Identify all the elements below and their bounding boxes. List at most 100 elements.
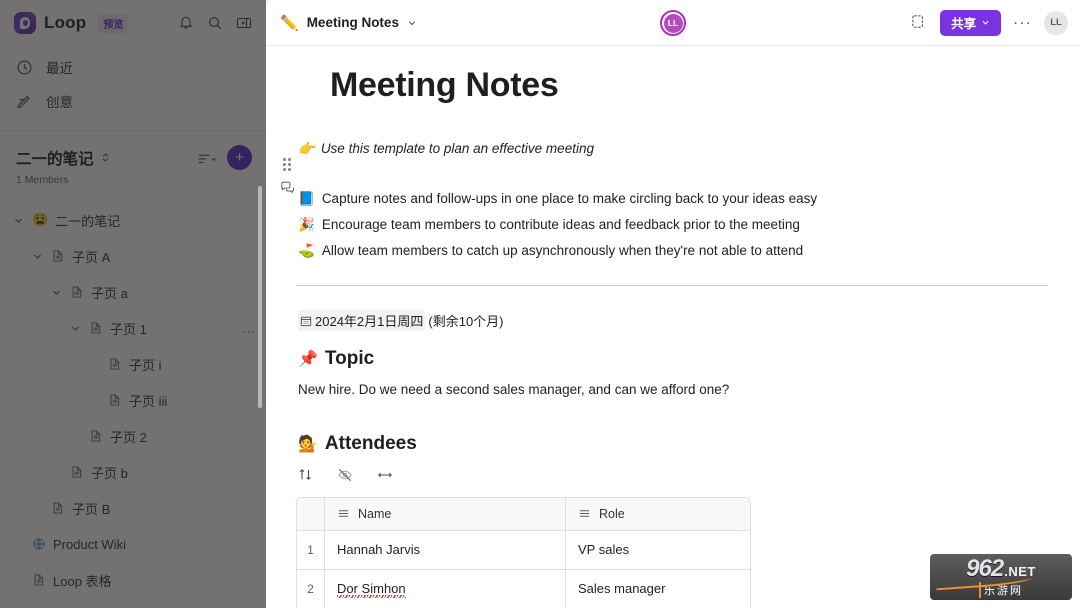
topic-heading[interactable]: 📌 Topic: [298, 348, 1080, 370]
table-toolbar: [298, 467, 1080, 483]
page-title[interactable]: Meeting Notes: [266, 66, 1080, 105]
workspace-header: 二一的笔记 + 1 Members: [0, 131, 266, 192]
table-body: 1 Hannah Jarvis VP sales 2 Dor Simhon Sales m…: [297, 530, 750, 608]
section-divider: [296, 285, 1048, 286]
main-panel: ✏️ Meeting Notes LL 共享 ··· LL Meeting No…: [266, 0, 1080, 608]
tree-item-label: 子页 A: [72, 249, 111, 265]
chevron-down-icon[interactable]: [31, 251, 44, 262]
page-tree: 😫 二一的笔记子页 A 子页 a 子页 1... 子页 i 子页 iii 子页 2 子页 b 子…: [0, 192, 266, 608]
tree-item-more-button[interactable]: ...: [242, 321, 256, 336]
sidebar: Loop 预览 最近 创意 二一的笔记 + 1 Members 😫 二一的笔记 …: [0, 0, 266, 608]
sidebar-item-label-ideas: 创意: [46, 95, 73, 110]
tree-item[interactable]: 子页 1...: [0, 310, 266, 346]
hide-icon[interactable]: [337, 467, 353, 483]
chevron-down-icon[interactable]: [69, 323, 82, 334]
cell-role[interactable]: Sales manager: [565, 569, 750, 608]
tree-item[interactable]: Product Wiki: [0, 526, 266, 562]
bell-icon[interactable]: [178, 15, 194, 31]
attendees-table[interactable]: Name Role 1 Hannah Jarvis VP sales 2 Dor…: [296, 496, 751, 608]
user-avatar[interactable]: LL: [1044, 10, 1068, 35]
workspace-title[interactable]: 二一的笔记: [16, 147, 94, 169]
topbar-doc-title[interactable]: Meeting Notes: [307, 15, 399, 30]
date-chip[interactable]: 2024年2月1日周四: [298, 310, 426, 331]
chevron-down-icon[interactable]: [50, 287, 63, 298]
tree-item-label: 子页 b: [91, 465, 128, 481]
bullet-text: Capture notes and follow-ups in one plac…: [321, 191, 818, 206]
loop-app-window: Loop 预览 最近 创意 二一的笔记 + 1 Members 😫 二一的笔记 …: [0, 0, 1080, 608]
site-watermark: 962 .NET 乐游网: [930, 554, 1072, 600]
chevron-down-icon: [982, 20, 989, 25]
column-header-role[interactable]: Role: [565, 497, 750, 531]
brand-name: Loop: [44, 13, 87, 32]
sort-icon[interactable]: [298, 467, 313, 482]
presence-avatar-initials: LL: [663, 13, 683, 33]
table-row[interactable]: 2 Dor Simhon Sales manager: [297, 569, 750, 608]
tree-item[interactable]: 子页 A: [0, 238, 266, 274]
bullet-line[interactable]: ⛳ Allow team members to catch up asynchro…: [298, 243, 1080, 259]
tree-item-label: 子页 2: [110, 429, 147, 445]
sidebar-item-recent[interactable]: 最近: [0, 50, 266, 84]
pin-icon: 📌: [298, 350, 318, 368]
sidebar-item-label-recent: 最近: [46, 61, 73, 76]
intro-callout[interactable]: 👉 Use this template to plan an effective…: [266, 141, 1080, 157]
table-head: Name Role: [297, 497, 750, 531]
search-icon[interactable]: [207, 15, 223, 31]
tree-item[interactable]: 子页 i: [0, 346, 266, 382]
bullet-text: Encourage team members to contribute ide…: [321, 217, 800, 232]
cell-name[interactable]: Hannah Jarvis: [325, 531, 565, 570]
tree-item[interactable]: 子页 b: [0, 454, 266, 490]
tree-item-label: 二一的笔记: [55, 213, 121, 229]
resize-icon[interactable]: [377, 468, 393, 482]
pencil-emoji-icon: ✏️: [280, 14, 299, 32]
sidebar-scrollbar[interactable]: [258, 186, 262, 408]
tree-item[interactable]: Loop 表格: [0, 562, 266, 598]
table-row[interactable]: 1 Hannah Jarvis VP sales: [297, 530, 750, 570]
column-header-name[interactable]: Name: [325, 497, 565, 531]
share-button[interactable]: 共享: [940, 9, 1002, 36]
workspace-switch-icon[interactable]: [100, 152, 111, 163]
tree-item[interactable]: 子页 B: [0, 490, 266, 526]
more-options-button[interactable]: ···: [1013, 14, 1032, 31]
bullet-line[interactable]: 🎉 Encourage team members to contribute id…: [298, 217, 1080, 233]
document-canvas[interactable]: Meeting Notes 👉 Use this template to pla…: [266, 46, 1080, 608]
bullet-emoji-icon: ⛳: [298, 243, 315, 258]
idea-pen-icon: [16, 93, 33, 110]
drag-handle-icon[interactable]: [283, 158, 291, 171]
workspace-members-count: 1 Members: [16, 174, 69, 186]
cell-role[interactable]: VP sales: [565, 530, 750, 570]
globe-icon: [32, 537, 46, 551]
tree-item[interactable]: Loop 组件: [0, 598, 266, 608]
comment-icon[interactable]: [280, 180, 294, 194]
table-header-row: Name Role: [297, 497, 750, 531]
bullet-emoji-icon: 🎉: [298, 217, 315, 232]
date-text: 2024年2月1日周四: [315, 314, 424, 329]
attendees-heading[interactable]: 💁 Attendees: [298, 433, 1080, 455]
doc-icon: [89, 429, 103, 443]
attendees-heading-text: Attendees: [324, 432, 417, 454]
presence-avatar[interactable]: LL: [660, 10, 686, 36]
cell-name-text: Dor Simhon: [337, 581, 406, 598]
tree-item[interactable]: 子页 2: [0, 418, 266, 454]
add-page-button[interactable]: +: [227, 145, 252, 170]
tree-item-label: 子页 B: [72, 501, 111, 517]
collapse-panel-icon[interactable]: [236, 15, 252, 31]
sidebar-nav: 最近 创意: [0, 46, 266, 126]
text-column-icon: [338, 510, 349, 517]
sort-lines-icon[interactable]: [197, 151, 217, 165]
doc-icon: [32, 573, 46, 587]
topic-heading-text: Topic: [324, 347, 375, 369]
sidebar-item-ideas[interactable]: 创意: [0, 84, 266, 118]
workspace-emoji-icon: 😫: [32, 212, 49, 227]
date-line[interactable]: 2024年2月1日周四 (剩余10个月): [298, 310, 504, 331]
tree-item[interactable]: 子页 a: [0, 274, 266, 310]
chevron-down-icon[interactable]: [407, 18, 417, 28]
topic-body[interactable]: New hire. Do we need a second sales mana…: [298, 382, 1080, 397]
calendar-icon: [300, 315, 312, 327]
chevron-down-icon[interactable]: [12, 215, 25, 226]
column-header-role-label: Role: [599, 506, 625, 521]
tree-item[interactable]: 😫 二一的笔记: [0, 202, 266, 238]
bullet-line[interactable]: 📘 Capture notes and follow-ups in one pla…: [298, 191, 1080, 207]
cell-name[interactable]: Dor Simhon: [325, 570, 565, 608]
tree-item[interactable]: 子页 iii: [0, 382, 266, 418]
duplicate-page-icon[interactable]: [911, 14, 928, 31]
